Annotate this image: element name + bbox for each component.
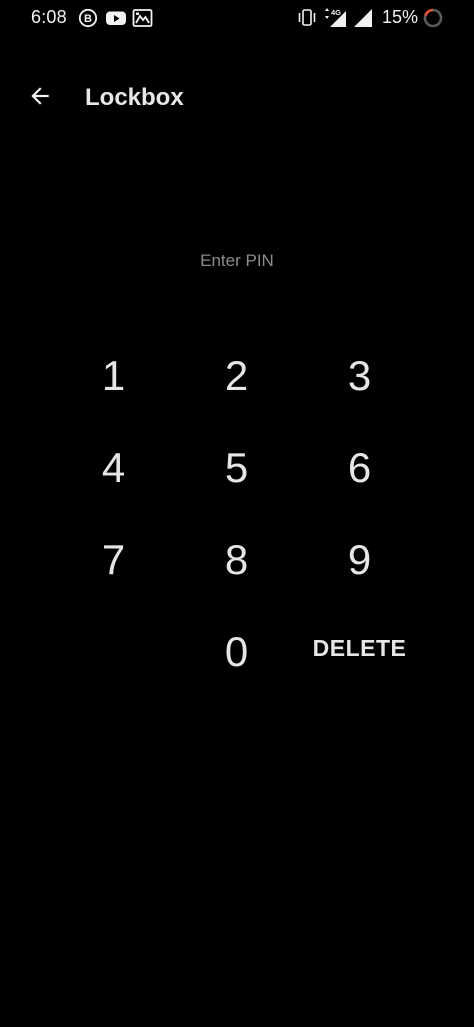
vibrate-icon	[297, 7, 317, 34]
signal-icon	[352, 7, 374, 34]
gallery-icon	[132, 8, 153, 28]
b-circle-icon: B	[78, 8, 98, 28]
status-time: 6:08	[31, 7, 67, 27]
back-button[interactable]	[20, 78, 60, 118]
key-5[interactable]: 5	[175, 422, 298, 514]
key-3[interactable]: 3	[298, 330, 421, 422]
youtube-icon	[105, 8, 126, 28]
status-bar: 6:08 B 4G 15%	[0, 0, 474, 36]
signal-4g-icon: 4G	[322, 7, 348, 34]
app-bar: Lockbox	[0, 72, 474, 124]
pin-keypad: 1 2 3 4 5 6 7 8 9 0 DELETE	[52, 330, 422, 700]
key-8[interactable]: 8	[175, 514, 298, 606]
key-9[interactable]: 9	[298, 514, 421, 606]
key-6[interactable]: 6	[298, 422, 421, 514]
svg-text:4G: 4G	[331, 8, 341, 17]
key-7[interactable]: 7	[52, 514, 175, 606]
pin-prompt: Enter PIN	[200, 251, 274, 270]
key-2[interactable]: 2	[175, 330, 298, 422]
arrow-back-icon	[27, 83, 53, 114]
page-title: Lockbox	[85, 84, 184, 111]
battery-ring-icon	[422, 7, 444, 34]
battery-percent: 15%	[382, 7, 419, 27]
key-4[interactable]: 4	[52, 422, 175, 514]
key-1[interactable]: 1	[52, 330, 175, 422]
delete-button[interactable]: DELETE	[298, 606, 421, 698]
key-0[interactable]: 0	[175, 606, 298, 698]
svg-text:B: B	[84, 13, 92, 25]
